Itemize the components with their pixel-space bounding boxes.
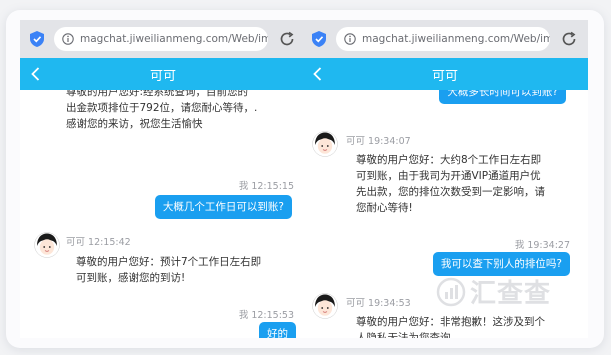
chat-header: 可可 (302, 58, 588, 90)
avatar-icon (312, 131, 338, 157)
message-timestamp: 可可 12:15:42 (66, 237, 131, 248)
message-list: 大概多长时间可以到账? 可可 19:34:07 尊敬的用户您好：大约8个工作日左… (302, 90, 588, 338)
user-message-bubble: 好的 (259, 322, 296, 338)
message-line: 尊敬的用户您好：预计7个工作日左右即 (76, 256, 262, 268)
screenshot-card: magchat.jiweilianmeng.com/Web/im.as 可可 尊… (6, 10, 604, 348)
agent-message-partial: 尊敬的用户您好:经系统查询，目前您的 出金款项排位于792位，请您耐心等待，. … (66, 90, 257, 132)
shield-icon[interactable] (312, 31, 326, 47)
shield-icon[interactable] (30, 31, 44, 47)
message-timestamp: 可可 19:34:07 (346, 136, 411, 147)
message-timestamp: 我 12:15:15 (238, 181, 294, 192)
message-line: 可到账，感谢您的到访! (76, 272, 186, 284)
url-field[interactable]: magchat.jiweilianmeng.com/Web/im.as (336, 27, 550, 51)
back-arrow-icon[interactable] (310, 66, 326, 82)
message-line: 先出款，您的排位次数受到一定影响，请 (356, 186, 545, 198)
message-timestamp: 可可 19:34:53 (346, 298, 411, 309)
browser-address-bar: magchat.jiweilianmeng.com/Web/im.as (302, 20, 588, 58)
message-line: 人隐私无法为您查询。 (356, 332, 461, 338)
user-message-bubble: 大概多长时间可以到账? (439, 90, 566, 104)
back-arrow-icon[interactable] (28, 66, 44, 82)
message-timestamp: 我 12:15:53 (238, 310, 294, 321)
user-message-bubble: 我可以查下别人的排位吗? (432, 252, 570, 276)
right-chat-pane: magchat.jiweilianmeng.com/Web/im.as 可可 大… (302, 20, 588, 338)
reload-icon[interactable] (560, 30, 578, 48)
url-field[interactable]: magchat.jiweilianmeng.com/Web/im.as (54, 27, 268, 51)
avatar-icon (34, 232, 60, 258)
message-line: 可到账，由于我司为开通VIP通道用户优 (356, 170, 541, 182)
chat-title: 可可 (149, 68, 176, 84)
agent-message: 尊敬的用户您好：预计7个工作日左右即 可到账，感谢您的到访! (76, 254, 261, 286)
reload-icon[interactable] (278, 30, 296, 48)
left-chat-pane: magchat.jiweilianmeng.com/Web/im.as 可可 尊… (20, 20, 306, 338)
agent-message: 尊敬的用户您好：非常抱歉！这涉及到个 人隐私无法为您查询。 (356, 314, 545, 338)
agent-message: 尊敬的用户您好：大约8个工作日左右即 可到账，由于我司为开通VIP通道用户优 先… (356, 152, 545, 216)
url-text: magchat.jiweilianmeng.com/Web/im.as (362, 33, 550, 45)
browser-address-bar: magchat.jiweilianmeng.com/Web/im.as (20, 20, 306, 58)
avatar-icon (312, 293, 338, 319)
url-text: magchat.jiweilianmeng.com/Web/im.as (80, 33, 268, 45)
info-icon (62, 33, 74, 45)
message-line: 感谢您的来访，祝您生活愉快 (66, 118, 203, 130)
info-icon (344, 33, 356, 45)
message-line: 出金款项排位于792位，请您耐心等待，. (66, 102, 258, 114)
message-line: 尊敬的用户您好:经系统查询，目前您的 (66, 90, 249, 98)
message-line: 尊敬的用户您好：大约8个工作日左右即 (356, 154, 542, 166)
message-line: 尊敬的用户您好：非常抱歉！这涉及到个 (356, 316, 545, 328)
message-line: 您耐心等待! (356, 202, 413, 214)
chat-title: 可可 (431, 68, 458, 84)
message-list: 尊敬的用户您好:经系统查询，目前您的 出金款项排位于792位，请您耐心等待，. … (20, 90, 306, 338)
user-message-bubble: 大概几个工作日可以到账? (154, 195, 292, 219)
message-timestamp: 我 19:34:27 (514, 240, 570, 251)
chat-header: 可可 (20, 58, 306, 90)
